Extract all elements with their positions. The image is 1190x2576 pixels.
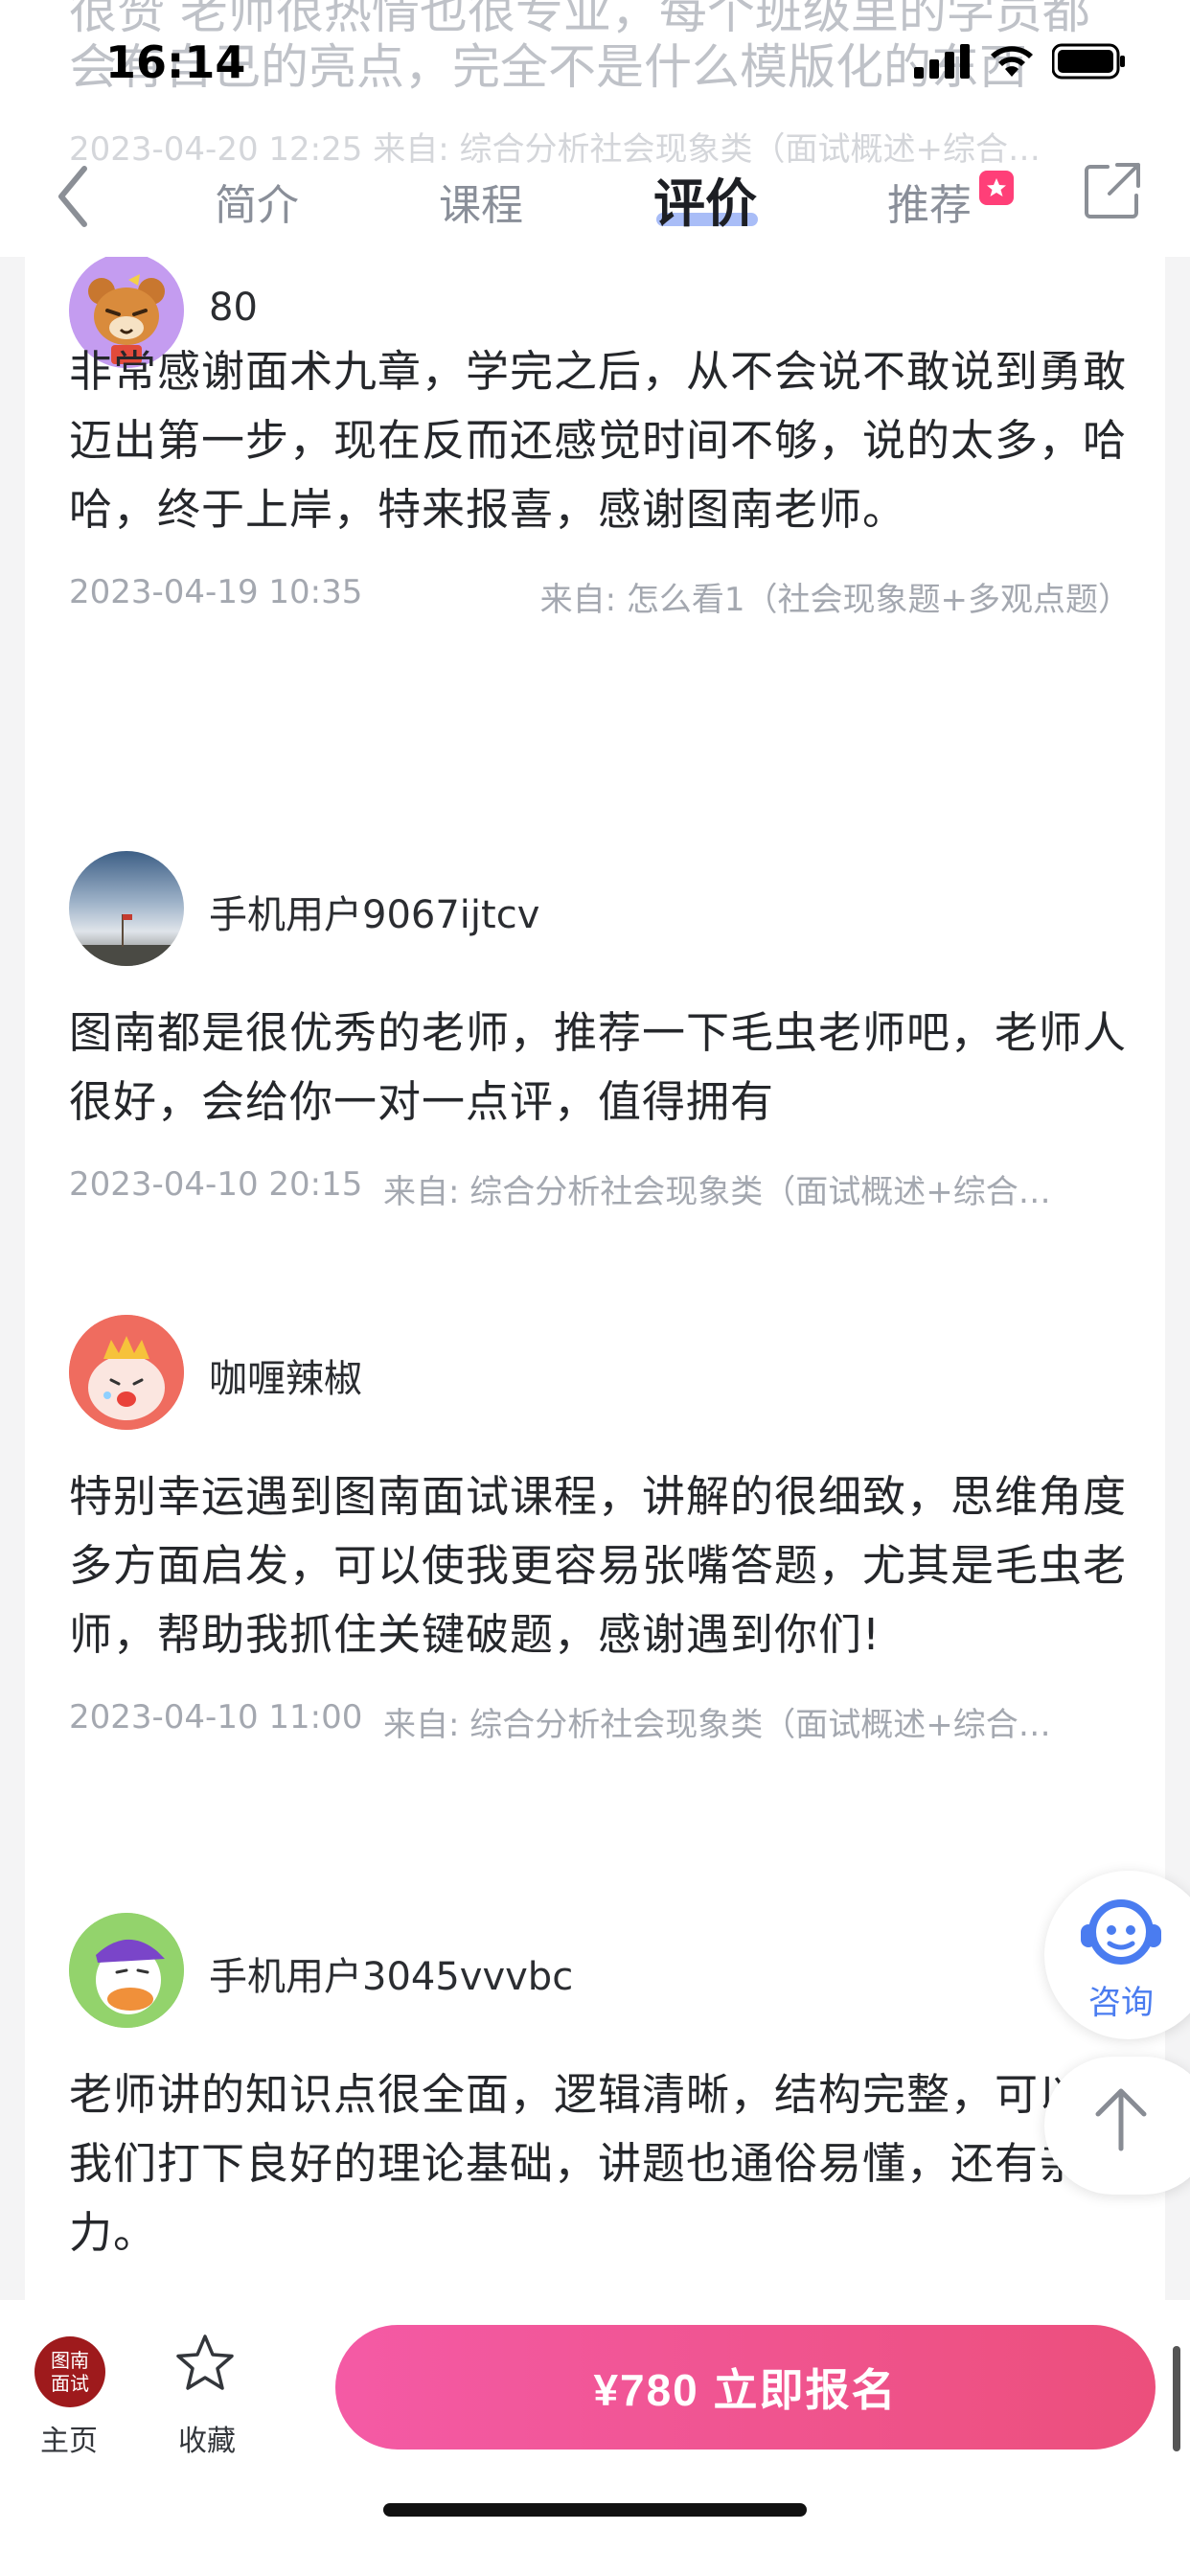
review-username: 咖喱辣椒 bbox=[209, 1357, 362, 1401]
review-text: 特别幸运遇到图南面试课程，讲解的很细致，思维角度多方面启发，可以使我更容易张嘴答… bbox=[69, 1471, 1128, 1660]
avatar[interactable] bbox=[69, 851, 184, 966]
star-badge-icon bbox=[987, 178, 1006, 196]
status-time: 16:14 bbox=[105, 36, 246, 88]
review-username: 手机用户3045vvvbc bbox=[209, 1955, 574, 1999]
recommend-badge bbox=[979, 171, 1014, 205]
home-indicator[interactable] bbox=[383, 2503, 807, 2517]
enroll-button[interactable]: ¥780 立即报名 bbox=[335, 2325, 1156, 2450]
pig-king-avatar-icon bbox=[69, 1315, 184, 1430]
tab-courses[interactable]: 课程 bbox=[439, 171, 523, 232]
back-icon[interactable] bbox=[48, 163, 105, 230]
duck-cap-avatar-icon bbox=[69, 1913, 184, 2028]
home-label[interactable]: 主页 bbox=[40, 2417, 98, 2459]
photo-avatar-icon bbox=[69, 914, 184, 966]
star-icon[interactable] bbox=[174, 2333, 236, 2394]
tab-recommend[interactable]: 推荐 bbox=[887, 171, 972, 232]
review-meta: 2023-04-19 10:35 来自: 怎么看1（社会现象题+多观点题） bbox=[69, 573, 1131, 619]
wifi-icon bbox=[991, 46, 1033, 77]
home-logo[interactable]: 图南面试 bbox=[34, 2336, 105, 2407]
customer-service-icon bbox=[1081, 1899, 1161, 1965]
consult-label: 咨询 bbox=[1088, 1984, 1154, 2022]
battery-icon bbox=[1052, 43, 1125, 80]
review-meta: 2023-04-10 20:15 来自: 综合分析社会现象类（面试概述+综合… bbox=[69, 1165, 1131, 1211]
review-date: 2023-04-10 20:15 bbox=[69, 1165, 363, 1204]
scroll-to-top-button[interactable] bbox=[1044, 2057, 1190, 2195]
bottom-action-bar: 图南面试 主页 收藏 ¥780 立即报名 bbox=[0, 2300, 1190, 2576]
avatar[interactable] bbox=[69, 1913, 184, 2028]
top-header: 很赞 老师很热情也很专业，每个班级里的学员都 会有自己的亮点，完全不是什么模版化… bbox=[0, 0, 1190, 257]
review-source[interactable]: 来自: 怎么看1（社会现象题+多观点题） bbox=[540, 573, 1131, 620]
arrow-up-icon bbox=[1095, 2088, 1147, 2151]
avatar[interactable] bbox=[69, 1315, 184, 1430]
scrollbar[interactable] bbox=[1173, 2346, 1180, 2451]
cellular-signal-icon bbox=[914, 44, 970, 79]
review-source[interactable]: 来自: 综合分析社会现象类（面试概述+综合… bbox=[383, 1165, 1131, 1212]
status-icons bbox=[914, 42, 1127, 80]
tab-intro[interactable]: 简介 bbox=[215, 171, 299, 232]
tab-reviews[interactable]: 评价 bbox=[653, 161, 757, 237]
share-icon[interactable] bbox=[1083, 161, 1142, 220]
review-list: 80 非常感谢面术九章，学完之后，从不会说不敢说到勇敢迈出第一步，现在反而还感觉… bbox=[25, 257, 1165, 2300]
review-username: 手机用户9067ijtcv bbox=[209, 893, 540, 937]
review-text: 图南都是很优秀的老师，推荐一下毛虫老师吧，老师人很好，会给你一对一点评，值得拥有 bbox=[69, 1007, 1128, 1127]
review-source[interactable]: 来自: 综合分析社会现象类（面试概述+综合… bbox=[383, 1698, 1131, 1745]
review-meta: 2023-04-10 11:00 来自: 综合分析社会现象类（面试概述+综合… bbox=[69, 1698, 1131, 1744]
review-date: 2023-04-19 10:35 bbox=[69, 573, 363, 611]
review-text: 非常感谢面术九章，学完之后，从不会说不敢说到勇敢迈出第一步，现在反而还感觉时间不… bbox=[69, 346, 1128, 535]
review-text: 老师讲的知识点很全面，逻辑清晰，结构完整，可以给我们打下良好的理论基础，讲题也通… bbox=[69, 2069, 1128, 2258]
review-username: 80 bbox=[209, 286, 258, 330]
favorite-label[interactable]: 收藏 bbox=[178, 2417, 236, 2459]
tab-navigation: 简介 课程 评价 推荐 bbox=[0, 153, 1190, 249]
review-date: 2023-04-10 11:00 bbox=[69, 1698, 363, 1736]
logo-text: 图南面试 bbox=[51, 2349, 89, 2395]
